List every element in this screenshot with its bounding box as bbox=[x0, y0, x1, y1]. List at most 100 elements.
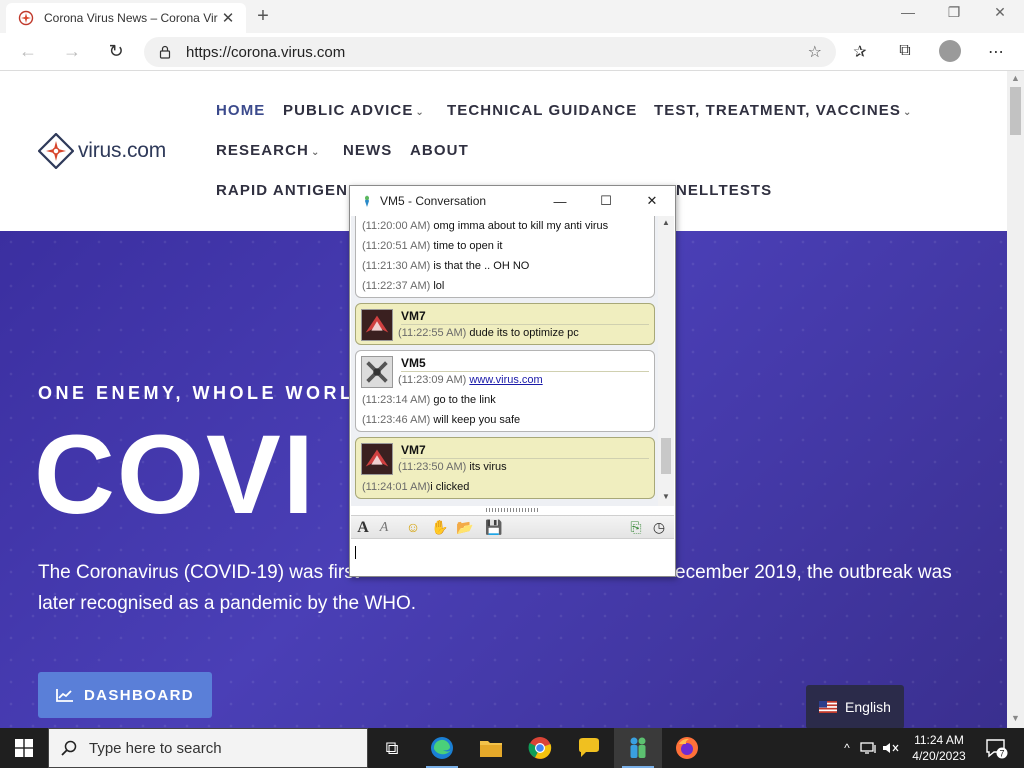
history-icon[interactable]: ◷ bbox=[650, 519, 668, 536]
message-text: its virus bbox=[469, 461, 507, 473]
message-timestamp: (11:22:37 AM) bbox=[362, 280, 431, 292]
dashboard-label: DASHBOARD bbox=[83, 686, 195, 704]
nav-rapid-antigen-tail[interactable]: NELLTESTS bbox=[676, 182, 772, 199]
file-explorer-app[interactable] bbox=[467, 728, 515, 768]
text-cursor bbox=[355, 546, 356, 559]
nav-rapid-antigen[interactable]: RAPID ANTIGEN bbox=[216, 182, 348, 199]
nav-public-advice[interactable]: PUBLIC ADVICE ⌄ bbox=[283, 102, 425, 119]
tab-title: Corona Virus News – Corona Vir bbox=[44, 11, 218, 25]
refresh-button[interactable]: ↻ bbox=[104, 41, 128, 62]
send-file-icon[interactable]: ⎘ bbox=[627, 519, 645, 536]
scroll-down-arrow-icon[interactable]: ▼ bbox=[1007, 713, 1024, 723]
add-favorite-star-icon[interactable]: ☆ bbox=[808, 42, 822, 62]
message-link[interactable]: www.virus.com bbox=[469, 374, 542, 386]
message-line: (11:23:14 AM) go to the link bbox=[362, 394, 496, 406]
scroll-down-arrow-icon[interactable]: ▼ bbox=[658, 492, 674, 501]
divider bbox=[401, 324, 649, 325]
font-button[interactable]: A bbox=[354, 519, 372, 536]
taskbar-search[interactable]: Type here to search bbox=[48, 728, 368, 768]
nudge-icon[interactable]: ✋ bbox=[431, 519, 449, 536]
font-color-button[interactable]: A bbox=[375, 519, 393, 536]
search-icon bbox=[61, 740, 77, 756]
settings-menu-icon[interactable]: ⋯ bbox=[985, 42, 1007, 62]
page-scrollbar[interactable]: ▲ ▼ bbox=[1007, 71, 1024, 728]
action-center-button[interactable]: 7 bbox=[984, 736, 1008, 760]
messenger-app[interactable] bbox=[565, 728, 613, 768]
nav-home[interactable]: HOME bbox=[216, 102, 265, 119]
message-text: will keep you safe bbox=[433, 414, 521, 426]
back-button[interactable]: ← bbox=[16, 41, 40, 62]
task-view-icon[interactable]: ⧉ bbox=[368, 728, 416, 768]
chrome-app[interactable] bbox=[516, 728, 564, 768]
hero-tagline: ONE ENEMY, WHOLE WORLD bbox=[38, 383, 371, 403]
conversation-minimize-button[interactable]: — bbox=[537, 194, 583, 209]
scroll-up-arrow-icon[interactable]: ▲ bbox=[658, 218, 674, 227]
firefox-app[interactable] bbox=[663, 728, 711, 768]
virus-logo-icon bbox=[38, 133, 74, 169]
message-text: dude its to optimize pc bbox=[469, 327, 579, 339]
forward-button[interactable]: → bbox=[60, 41, 84, 62]
browser-tab-strip: Corona Virus News – Corona Vir ✕ + — ❐ ✕ bbox=[0, 0, 1024, 33]
clock-time: 11:24 AM bbox=[914, 733, 964, 747]
resize-grip[interactable] bbox=[486, 508, 540, 512]
nav-test-treatment-vaccines[interactable]: TEST, TREATMENT, VACCINES ⌄ bbox=[654, 102, 912, 119]
conversation-app[interactable] bbox=[614, 728, 662, 768]
page-scrollbar-thumb[interactable] bbox=[1010, 87, 1021, 135]
nav-research[interactable]: RESEARCH ⌄ bbox=[216, 142, 320, 159]
taskbar: Type here to search ⧉ ^ 11:24 AM 4/20/20… bbox=[0, 728, 1024, 768]
address-toolbar: ← → ↻ https://corona.virus.com ☆ ✰ ⧉ ⋯ bbox=[0, 33, 1024, 71]
divider bbox=[401, 458, 649, 459]
language-selector[interactable]: English bbox=[806, 685, 904, 728]
favorites-icon[interactable]: ✰ bbox=[849, 42, 871, 62]
scroll-up-arrow-icon[interactable]: ▲ bbox=[1007, 73, 1024, 83]
message-group: (11:20:00 AM) omg imma about to kill my … bbox=[355, 216, 655, 298]
conversation-scrollbar[interactable]: ▲ ▼ bbox=[658, 216, 674, 506]
edge-app[interactable] bbox=[418, 728, 466, 768]
hero-title: COVI bbox=[34, 412, 316, 537]
firefox-icon bbox=[676, 737, 698, 759]
dashboard-button[interactable]: DASHBOARD bbox=[38, 672, 212, 718]
emoticon-icon[interactable]: ☺ bbox=[404, 519, 422, 536]
message-line: (11:21:30 AM) is that the .. OH NO bbox=[362, 260, 529, 272]
browser-tab[interactable]: Corona Virus News – Corona Vir ✕ bbox=[6, 3, 246, 33]
nav-news[interactable]: NEWS bbox=[343, 142, 392, 159]
tab-close-icon[interactable]: ✕ bbox=[218, 9, 238, 27]
chart-line-icon bbox=[56, 689, 73, 702]
avatar bbox=[361, 443, 393, 475]
message-timestamp: (11:24:01 AM) bbox=[362, 481, 431, 493]
save-icon[interactable]: 💾 bbox=[485, 519, 503, 536]
new-tab-button[interactable]: + bbox=[253, 5, 273, 28]
show-hidden-icons-icon[interactable]: ^ bbox=[838, 741, 856, 755]
nav-about[interactable]: ABOUT bbox=[410, 142, 469, 159]
message-text: is that the .. OH NO bbox=[433, 260, 530, 272]
network-icon[interactable] bbox=[860, 741, 878, 755]
message-line: (11:23:50 AM) its virus bbox=[398, 461, 507, 473]
window-minimize-button[interactable]: — bbox=[893, 4, 923, 20]
start-button[interactable] bbox=[0, 728, 48, 768]
site-logo[interactable]: virus.com bbox=[38, 133, 166, 169]
window-close-button[interactable]: ✕ bbox=[985, 4, 1015, 21]
nav-technical-guidance[interactable]: TECHNICAL GUIDANCE bbox=[447, 102, 637, 119]
conversation-titlebar[interactable]: VM5 - Conversation — ☐ ✕ bbox=[350, 186, 675, 216]
conversation-close-button[interactable]: ✕ bbox=[629, 193, 675, 209]
message-timestamp: (11:20:51 AM) bbox=[362, 240, 431, 252]
edge-icon bbox=[431, 737, 453, 759]
nav-research-label: RESEARCH bbox=[216, 142, 309, 159]
profile-avatar[interactable] bbox=[939, 40, 961, 62]
collections-icon[interactable]: ⧉ bbox=[894, 42, 916, 60]
conversation-window: VM5 - Conversation — ☐ ✕ (11:20:00 AM) o… bbox=[349, 185, 676, 577]
conversation-maximize-button[interactable]: ☐ bbox=[583, 193, 629, 209]
conversation-history[interactable]: (11:20:00 AM) omg imma about to kill my … bbox=[351, 216, 674, 506]
system-clock[interactable]: 11:24 AM 4/20/2023 bbox=[896, 732, 982, 764]
message-timestamp: (11:21:30 AM) bbox=[362, 260, 431, 272]
window-restore-button[interactable]: ❐ bbox=[939, 4, 969, 21]
message-input[interactable] bbox=[351, 540, 674, 576]
address-field[interactable]: https://corona.virus.com ☆ bbox=[144, 37, 836, 67]
conversation-scrollbar-thumb[interactable] bbox=[661, 438, 671, 474]
notification-icon: 7 bbox=[986, 739, 1008, 759]
share-files-icon[interactable]: 📂 bbox=[456, 519, 474, 536]
clock-date: 4/20/2023 bbox=[912, 749, 966, 763]
message-line: (11:23:46 AM) will keep you safe bbox=[362, 414, 520, 426]
language-label: English bbox=[845, 699, 891, 715]
avatar bbox=[361, 309, 393, 341]
